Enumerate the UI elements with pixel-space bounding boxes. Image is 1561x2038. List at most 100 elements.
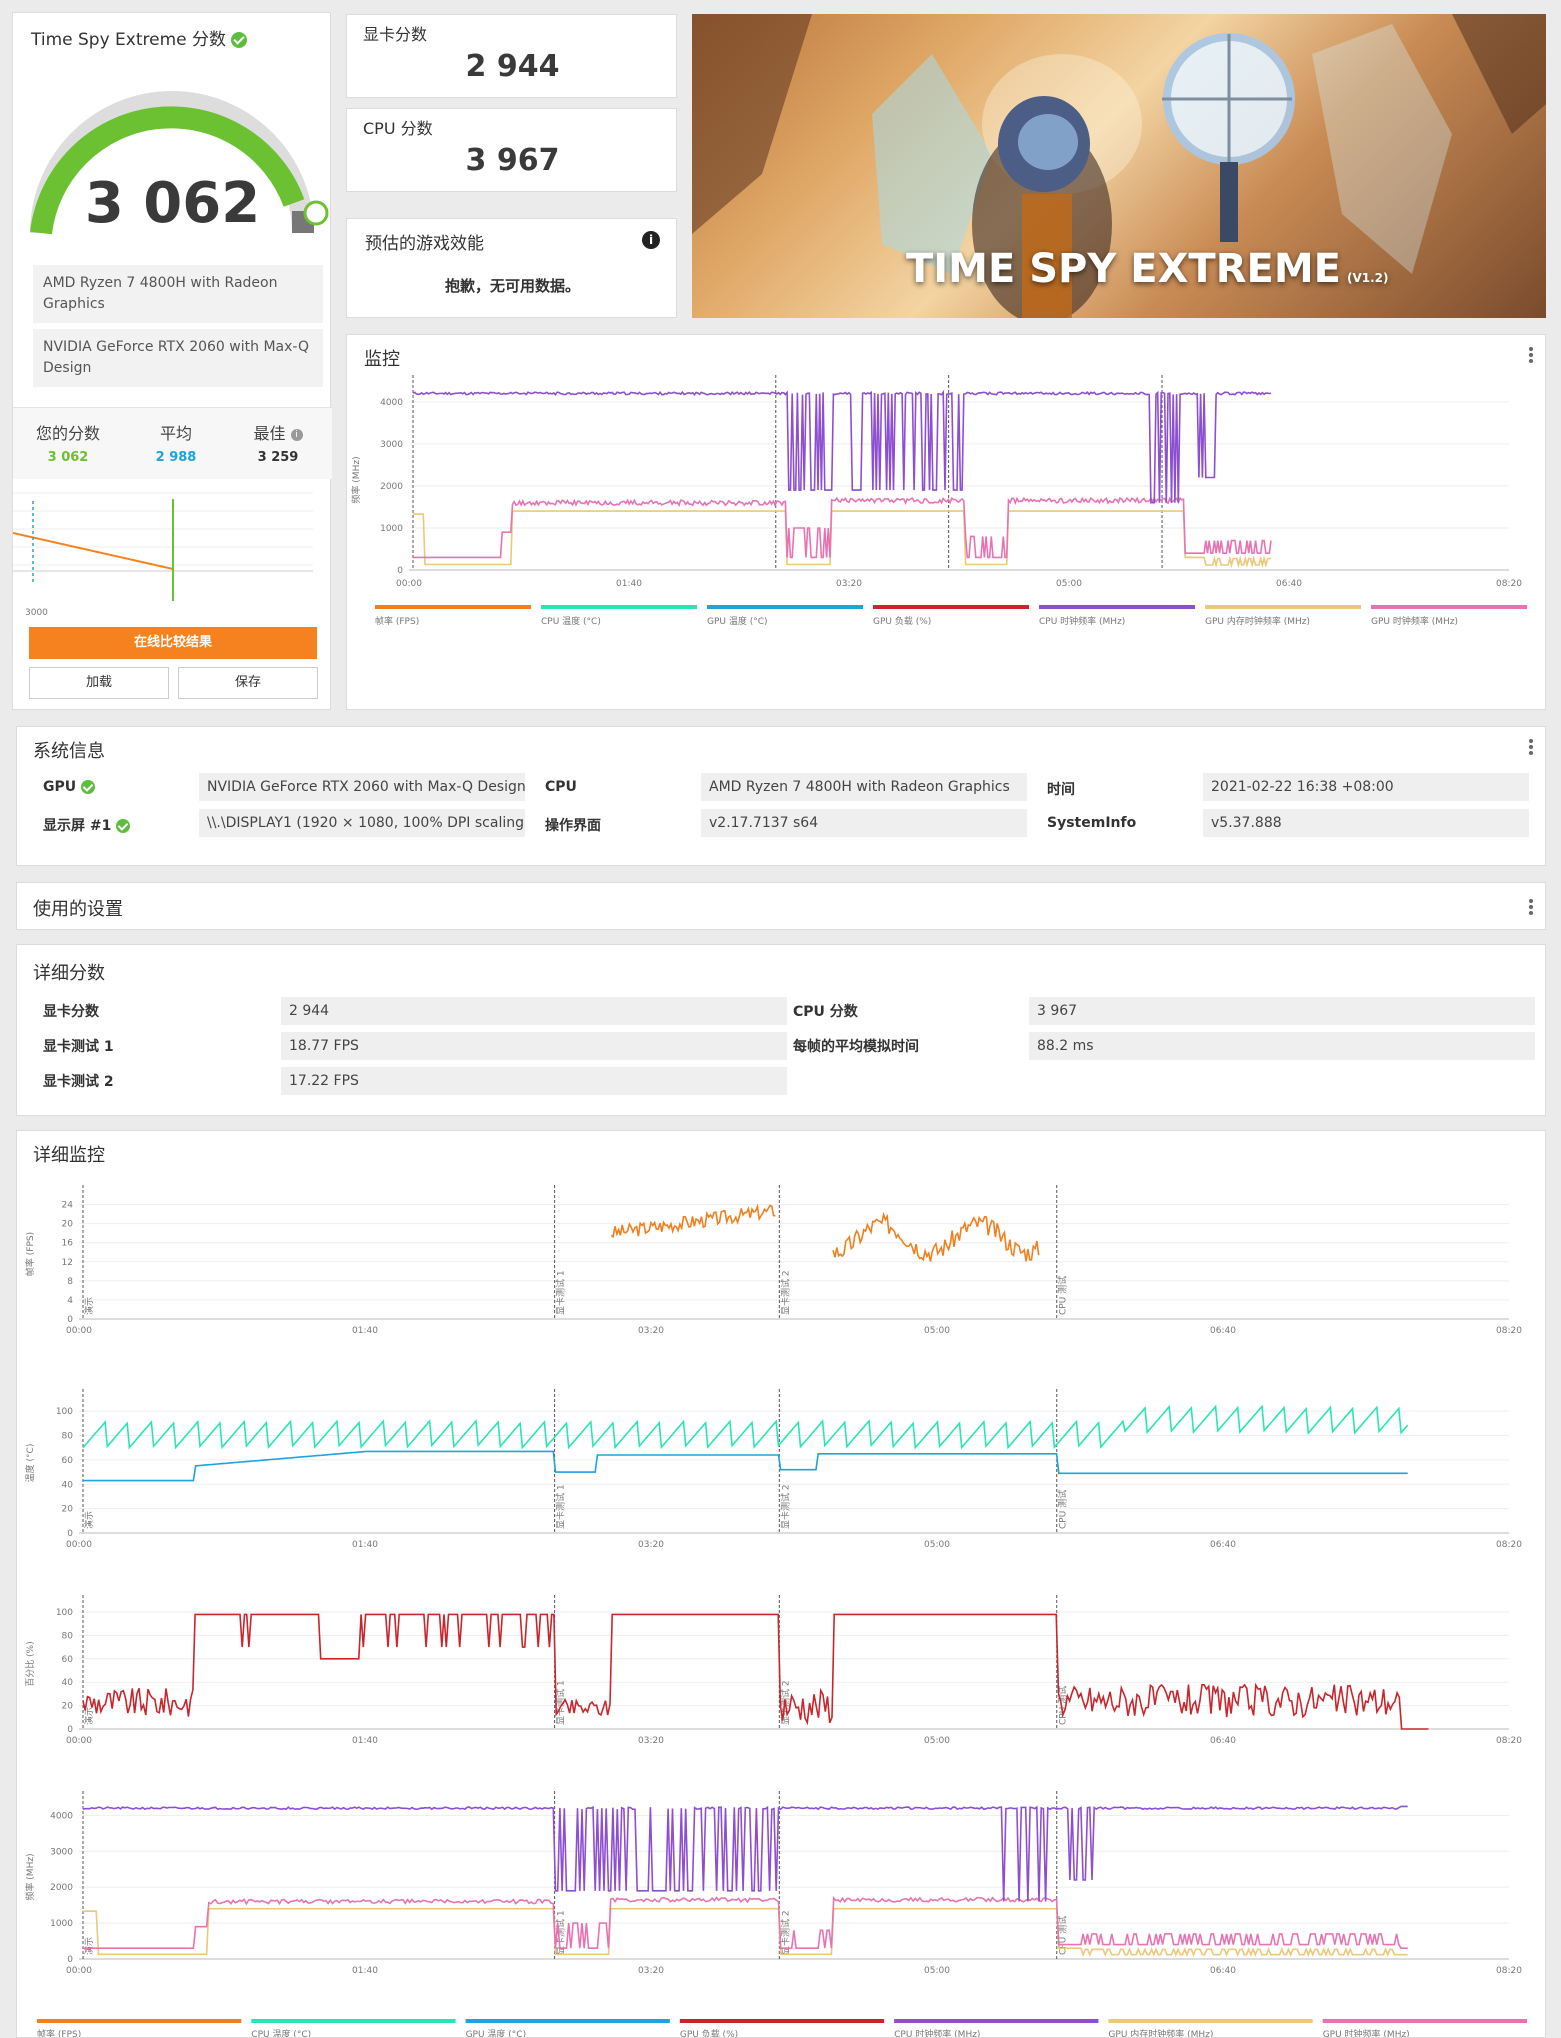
x-tick-label: 05:00 <box>924 1326 950 1336</box>
gpu-name: NVIDIA GeForce RTX 2060 with Max-Q Desig… <box>33 329 323 387</box>
detail-gpu-test-2: 17.22 FPS <box>281 1067 787 1095</box>
legend-swatch <box>707 605 863 609</box>
y-axis-label: 百分比 (%) <box>24 1641 36 1686</box>
x-tick-label: 08:20 <box>1496 1540 1522 1550</box>
more-options-icon[interactable] <box>1529 899 1533 915</box>
legend-swatch <box>894 2019 1099 2023</box>
x-tick-label: 01:40 <box>352 1736 378 1746</box>
legend-label: GPU 负载 (%) <box>680 2028 738 2038</box>
x-tick-label: 03:20 <box>638 1540 664 1550</box>
x-tick-label: 03:20 <box>836 579 862 589</box>
legend-swatch <box>465 2019 670 2023</box>
detail-monitor-card: 详细监控 0 4 8 12 16 20 24 00:00 01:40 03:20 05:00 06:4… <box>16 1130 1546 2038</box>
y-tick-label: 0 <box>67 1725 73 1735</box>
cpu-label: CPU <box>545 779 577 795</box>
x-tick-label: 05:00 <box>924 1966 950 1976</box>
verified-check-icon <box>231 32 248 48</box>
x-tick-label: 08:20 <box>1496 1326 1522 1336</box>
x-tick-label: 08:20 <box>1496 579 1522 589</box>
x-tick-label: 05:00 <box>924 1736 950 1746</box>
systeminfo-value: v5.37.888 <box>1203 809 1529 837</box>
y-tick-label: 12 <box>62 1258 73 1268</box>
y-axis-label: 频率 (MHz) <box>24 1853 36 1900</box>
best-score: 最佳 i 3 259 <box>233 420 323 465</box>
legend-label: CPU 温度 (°C) <box>541 615 601 627</box>
x-tick-label: 00:00 <box>66 1326 92 1336</box>
monitor-chart: 0 1000 2000 3000 4000 00:00 01:40 03:20 05:00 06:… <box>350 375 1527 627</box>
cpu-name: AMD Ryzen 7 4800H with Radeon Graphics <box>33 265 323 323</box>
legend-swatch <box>1371 605 1527 609</box>
legend-swatch <box>251 2019 456 2023</box>
info-icon[interactable]: i <box>290 428 303 441</box>
y-tick-label: 40 <box>62 1480 74 1490</box>
banner-title: TIME SPY EXTREME (V1.2) <box>906 246 1389 292</box>
save-button[interactable]: 保存 <box>178 667 318 699</box>
gpu-score-card: 显卡分数 2 944 <box>346 14 677 98</box>
cpu-value: AMD Ryzen 7 4800H with Radeon Graphics <box>701 773 1027 801</box>
y-tick-label: 80 <box>62 1631 74 1641</box>
y-tick-label: 3000 <box>50 1847 73 1857</box>
y-tick-label: 100 <box>56 1608 73 1618</box>
y-tick-label: 0 <box>67 1315 73 1325</box>
y-tick-label: 100 <box>56 1407 73 1417</box>
section-label: 显卡测试 1 <box>555 1270 567 1315</box>
x-tick-label: 01:40 <box>616 579 642 589</box>
x-tick-label: 03:20 <box>638 1736 664 1746</box>
section-label: 显卡测试 2 <box>779 1270 791 1315</box>
y-tick-label: 40 <box>62 1678 74 1688</box>
cpu-temp-series-line <box>82 1404 1409 1450</box>
x-tick-label: 08:20 <box>1496 1736 1522 1746</box>
detail-scores-card: 详细分数 显卡分数 2 944 显卡测试 1 18.77 FPS 显卡测试 2 … <box>16 944 1546 1116</box>
temperature-panel: 0 20 40 60 80 100 00:00 01:40 03:20 05:00 06:40 08:… <box>24 1389 1522 1550</box>
x-tick-label: 08:20 <box>1496 1966 1522 1976</box>
legend-label: 帧率 (FPS) <box>37 2028 81 2038</box>
detail-sim-time: 88.2 ms <box>1029 1032 1535 1060</box>
gpu-label: GPU <box>43 779 95 795</box>
load-button[interactable]: 加载 <box>29 667 169 699</box>
y-tick-label: 1000 <box>380 524 403 534</box>
time-label: 时间 <box>1047 782 1075 798</box>
section-label: 演示 <box>83 1937 95 1955</box>
score-card: Time Spy Extreme 分数 3 062 AMD Ryzen 7 48… <box>12 12 332 710</box>
verified-check-icon <box>81 780 95 794</box>
y-tick-label: 0 <box>67 1529 73 1539</box>
x-tick-label: 03:20 <box>638 1966 664 1976</box>
no-data-message: 抱歉，无可用数据。 <box>444 277 580 295</box>
x-tick-label: 06:40 <box>1210 1326 1236 1336</box>
y-tick-label: 0 <box>67 1955 73 1965</box>
y-tick-label: 16 <box>62 1239 74 1249</box>
score-card-title: Time Spy Extreme 分数 <box>31 25 248 50</box>
more-options-icon[interactable] <box>1529 739 1533 755</box>
y-tick-label: 60 <box>62 1655 74 1665</box>
overall-score: 3 062 <box>84 171 261 236</box>
compare-online-button[interactable]: 在线比较结果 <box>29 627 317 659</box>
cpu-score-card: CPU 分数 3 967 <box>346 108 677 192</box>
legend-swatch <box>37 2019 242 2023</box>
y-tick-label: 4000 <box>50 1811 73 1821</box>
settings-card[interactable]: 使用的设置 <box>16 882 1546 930</box>
x-tick-label: 00:00 <box>66 1966 92 1976</box>
x-tick-label: 01:40 <box>352 1540 378 1550</box>
cpu-score-value: 3 967 <box>465 143 560 178</box>
y-tick-label: 20 <box>62 1220 74 1230</box>
section-label: 显卡测试 2 <box>779 1484 791 1529</box>
monitor-card: 监控 0 1000 2000 3000 4000 00:00 01:40 03:20 05:00… <box>346 334 1546 710</box>
legend-label: CPU 时钟频率 (MHz) <box>1039 615 1125 627</box>
info-icon[interactable]: i <box>642 231 660 249</box>
y-tick-label: 8 <box>67 1277 73 1287</box>
monitor-legend: 帧率 (FPS) CPU 温度 (°C) GPU 温度 (°C) GPU 负载 (%)… <box>375 605 1527 627</box>
x-tick-label: 01:40 <box>352 1966 378 1976</box>
section-label: 演示 <box>83 1297 95 1315</box>
y-tick-label: 60 <box>62 1456 74 1466</box>
legend-label: CPU 温度 (°C) <box>251 2028 311 2038</box>
y-tick-label: 20 <box>62 1505 74 1515</box>
x-tick-label: 06:40 <box>1210 1736 1236 1746</box>
display-label: 显示屏 #1 <box>43 815 131 835</box>
legend-label: GPU 时钟频率 (MHz) <box>1371 615 1458 627</box>
legend-label: GPU 温度 (°C) <box>466 2028 527 2038</box>
x-tick-label: 01:40 <box>352 1326 378 1336</box>
mem-series-line <box>413 510 1271 569</box>
legend-swatch <box>1205 605 1361 609</box>
legend-swatch <box>541 605 697 609</box>
time-value: 2021-02-22 16:38 +08:00 <box>1203 773 1529 801</box>
